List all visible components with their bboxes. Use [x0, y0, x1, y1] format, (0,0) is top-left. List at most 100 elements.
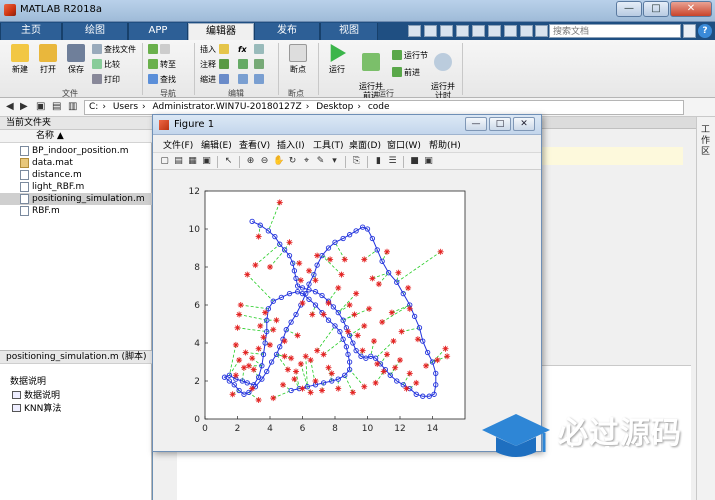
save-figure-icon[interactable]: ▦ — [187, 156, 198, 167]
indent-icon — [218, 74, 229, 84]
search-icon[interactable] — [683, 24, 696, 38]
run-button[interactable]: 运行 — [322, 44, 352, 75]
tab-view[interactable]: 视图 — [320, 23, 378, 40]
advance-button[interactable]: 前进 — [392, 67, 420, 79]
estimated-position-marker — [319, 387, 325, 394]
zoom-in-icon[interactable]: ⊕ — [245, 156, 256, 167]
path-segment[interactable]: Administrator.WIN7U-20180127Z — [153, 102, 302, 112]
show-plot-tools-icon[interactable]: ▣ — [423, 156, 434, 167]
figure-maximize-button[interactable]: □ — [489, 117, 511, 131]
tab-plots[interactable]: 绘图 — [62, 23, 128, 40]
search-documentation-input[interactable] — [549, 24, 681, 38]
save-button[interactable]: 保存 — [62, 44, 90, 75]
file-item[interactable]: RBF.m — [0, 205, 152, 217]
redo-quick-icon[interactable] — [488, 25, 501, 37]
zoom-out-icon[interactable]: ⊖ — [259, 156, 270, 167]
figure-window[interactable]: Figure 1 — □ ✕ 文件(F) 编辑(E) 查看(V) 插入(I) 工… — [152, 114, 542, 452]
goto-button[interactable]: 转至 — [148, 59, 176, 71]
brush-dropdown-icon[interactable]: ▾ — [329, 156, 340, 167]
browse-folder-icon[interactable]: ▤ — [52, 101, 61, 112]
link-plot-icon[interactable]: ⎘ — [351, 156, 362, 167]
legend-icon[interactable]: ☰ — [387, 156, 398, 167]
tab-home[interactable]: 主页 — [0, 23, 62, 40]
switch-windows-icon[interactable] — [504, 25, 517, 37]
quick-access-menu-icon[interactable] — [535, 25, 548, 37]
hide-plot-tools-icon[interactable]: ■ — [409, 156, 420, 167]
increase-indent-icon[interactable] — [254, 74, 266, 86]
open-button[interactable]: 打开 — [34, 44, 62, 75]
back-forward-button[interactable] — [148, 44, 172, 56]
new-button[interactable]: 新建 — [6, 44, 34, 75]
data-cursor-icon[interactable]: ⌖ — [301, 156, 312, 167]
tab-apps[interactable]: APP — [128, 23, 188, 40]
menu-tools[interactable]: 工具(T) — [313, 138, 344, 151]
menu-help[interactable]: 帮助(H) — [429, 138, 461, 151]
save-quick-icon[interactable] — [408, 25, 421, 37]
path-segment[interactable]: C: — [89, 102, 98, 112]
find-button[interactable]: 查找 — [148, 74, 176, 86]
maximize-button[interactable]: □ — [643, 1, 669, 17]
file-item[interactable]: data.mat — [0, 157, 152, 169]
figure-close-button[interactable]: ✕ — [513, 117, 535, 131]
cut-quick-icon[interactable] — [424, 25, 437, 37]
menu-view[interactable]: 查看(V) — [239, 138, 270, 151]
decrease-indent-icon[interactable] — [238, 74, 250, 86]
find-files-button[interactable]: 查找文件 — [92, 44, 136, 56]
figure-toolbar: ▢ ▤ ▦ ▣ ↖ ⊕ ⊖ ✋ ↻ ⌖ ✎ ▾ ⎘ ▮ ☰ ■ ▣ — [153, 152, 541, 170]
format-icon[interactable] — [254, 44, 266, 56]
menu-file[interactable]: 文件(F) — [163, 138, 193, 151]
path-segment[interactable]: Desktop — [316, 102, 353, 112]
tab-editor[interactable]: 编辑器 — [188, 23, 254, 40]
details-item[interactable]: 数据说明 — [12, 388, 60, 401]
y-tick-label: 6 — [194, 301, 200, 311]
path-segment[interactable]: Users — [113, 102, 138, 112]
path-segment[interactable]: code — [368, 102, 390, 112]
file-item[interactable]: light_RBF.m — [0, 181, 152, 193]
insert-button[interactable]: 插入 — [200, 44, 231, 56]
new-figure-icon[interactable]: ▢ — [159, 156, 170, 167]
details-item[interactable]: KNN算法 — [12, 401, 61, 414]
rotate-3d-icon[interactable]: ↻ — [287, 156, 298, 167]
print-figure-icon[interactable]: ▣ — [201, 156, 212, 167]
compare-button[interactable]: 比较 — [92, 59, 120, 71]
current-folder-path[interactable]: C: › Users › Administrator.WIN7U-20180127Z… — [84, 100, 684, 115]
pan-icon[interactable]: ✋ — [273, 156, 284, 167]
menu-insert[interactable]: 插入(I) — [277, 138, 305, 151]
figure-minimize-button[interactable]: — — [465, 117, 487, 131]
brush-icon[interactable]: ✎ — [315, 156, 326, 167]
help-icon[interactable]: ? — [698, 24, 712, 38]
undo-quick-icon[interactable] — [472, 25, 485, 37]
copy-quick-icon[interactable] — [440, 25, 453, 37]
indent-button[interactable]: 缩进 — [200, 74, 231, 86]
menu-edit[interactable]: 编辑(E) — [201, 138, 232, 151]
help-quick-icon[interactable] — [520, 25, 533, 37]
ribbon-separator — [278, 43, 279, 95]
paste-quick-icon[interactable] — [456, 25, 469, 37]
close-button[interactable]: ✕ — [670, 1, 712, 17]
name-column-header[interactable]: 名称 ▲ — [0, 130, 152, 143]
file-item-selected[interactable]: positioning_simulation.m — [0, 193, 152, 205]
comment-button[interactable]: 注释 — [200, 59, 231, 71]
graduation-cap-logo — [482, 414, 550, 457]
x-tick-label: 4 — [267, 424, 273, 434]
back-icon[interactable]: ◀ — [6, 101, 14, 112]
run-section-button[interactable]: 运行节 — [392, 50, 428, 62]
file-item[interactable]: BP_indoor_position.m — [0, 145, 152, 157]
run-play-icon — [330, 44, 346, 62]
wrap-comment-icon[interactable] — [254, 59, 266, 71]
file-item[interactable]: distance.m — [0, 169, 152, 181]
colorbar-icon[interactable]: ▮ — [373, 156, 384, 167]
print-button[interactable]: 打印 — [92, 74, 120, 86]
menu-desktop[interactable]: 桌面(D) — [349, 138, 381, 151]
menu-window[interactable]: 窗口(W) — [387, 138, 421, 151]
forward-icon[interactable]: ▶ — [20, 101, 28, 112]
insert-function-button[interactable]: fx — [238, 44, 247, 56]
edit-plot-icon[interactable]: ↖ — [223, 156, 234, 167]
minimize-button[interactable]: — — [616, 1, 642, 17]
open-file-icon[interactable]: ▤ — [173, 156, 184, 167]
run-and-time-button[interactable]: 运行并 计时 — [428, 44, 458, 100]
folder-up-icon[interactable]: ▣ — [36, 101, 45, 112]
percent-icon[interactable] — [238, 59, 250, 71]
tab-publish[interactable]: 发布 — [254, 23, 320, 40]
breakpoints-button[interactable]: 断点 — [284, 44, 312, 75]
